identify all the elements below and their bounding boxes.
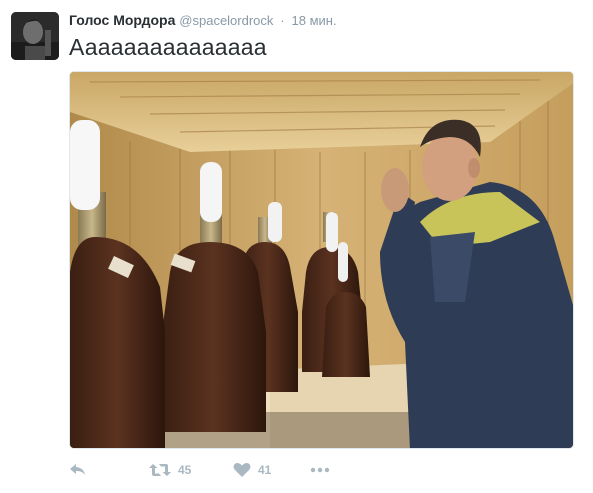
retweet-icon [149, 462, 171, 478]
author-name[interactable]: Голос Мордора [69, 12, 175, 28]
more-icon [310, 467, 330, 473]
avatar-image [11, 12, 59, 60]
avatar[interactable] [11, 12, 59, 60]
photo-scene [70, 72, 573, 448]
heart-icon [233, 462, 251, 478]
like-button[interactable]: 41 [233, 458, 271, 482]
tweet-header: Голос Мордора @spacelordrock · 18 мин. [69, 11, 337, 30]
tweet: Голос Мордора @spacelordrock · 18 мин. А… [0, 0, 593, 493]
retweet-count: 45 [178, 463, 192, 477]
reply-icon [69, 462, 87, 478]
like-count: 41 [258, 463, 272, 477]
tweet-photo[interactable] [69, 71, 574, 449]
author-handle[interactable]: @spacelordrock [179, 13, 273, 28]
retweet-button[interactable]: 45 [149, 458, 191, 482]
tweet-text: Ааааааааааааааа [69, 34, 267, 60]
tweet-actions: 45 41 [69, 458, 589, 482]
reply-button[interactable] [69, 458, 87, 482]
tweet-timestamp[interactable]: 18 мин. [292, 13, 337, 28]
more-button[interactable] [310, 458, 330, 482]
header-separator: · [280, 13, 285, 28]
